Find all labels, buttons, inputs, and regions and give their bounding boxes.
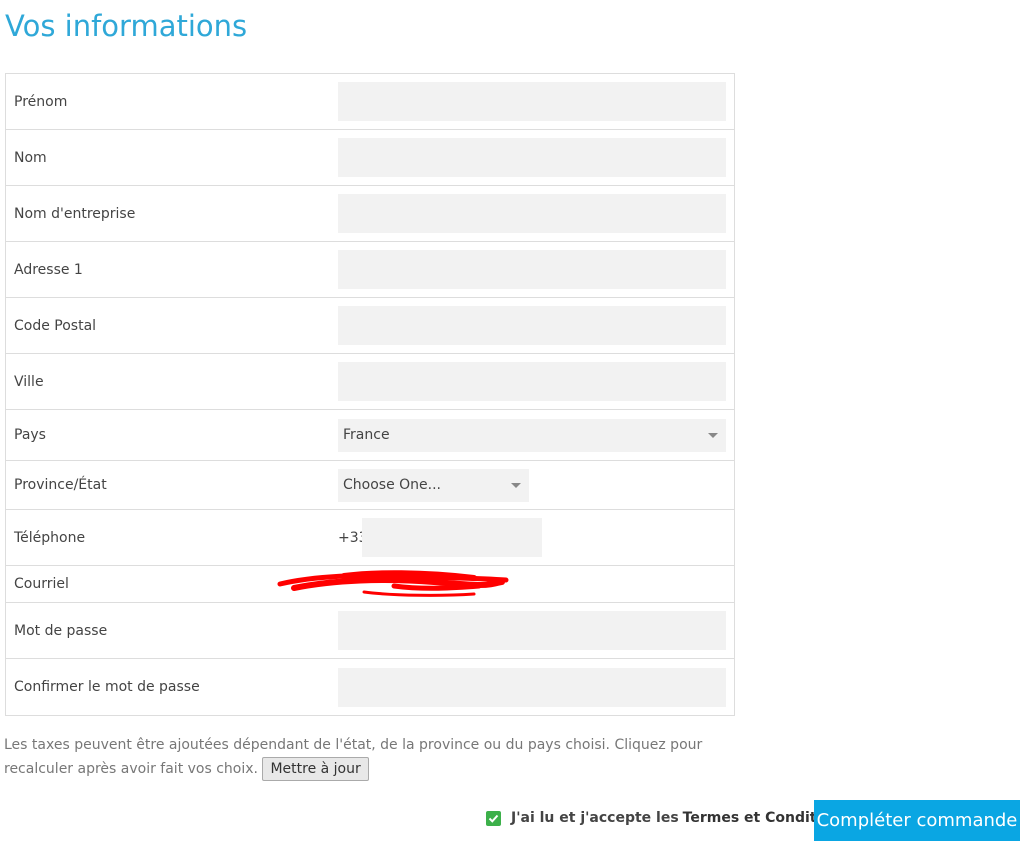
confirm-password-input[interactable] bbox=[338, 667, 726, 707]
chevron-down-icon bbox=[708, 432, 718, 438]
row-country: Pays France bbox=[6, 410, 734, 461]
last-name-label: Nom bbox=[14, 149, 47, 166]
row-company: Nom d'entreprise bbox=[6, 186, 734, 242]
first-name-input[interactable] bbox=[338, 82, 726, 121]
row-state: Province/État Choose One... bbox=[6, 461, 734, 510]
phone-country-code: +33 bbox=[338, 529, 368, 546]
company-input[interactable] bbox=[338, 194, 726, 233]
state-label: Province/État bbox=[14, 477, 107, 493]
first-name-label: Prénom bbox=[14, 93, 68, 110]
phone-input[interactable] bbox=[362, 518, 542, 557]
terms-checkbox-row[interactable]: J'ai lu et j'accepte les Termes et Condi… bbox=[486, 810, 849, 826]
tax-note: Les taxes peuvent être ajoutées dépendan… bbox=[4, 734, 739, 781]
row-confirm-password: Confirmer le mot de passe bbox=[6, 659, 734, 715]
phone-label: Téléphone bbox=[14, 529, 86, 546]
row-password: Mot de passe bbox=[6, 603, 734, 659]
row-last-name: Nom bbox=[6, 130, 734, 186]
state-select-value: Choose One... bbox=[343, 477, 441, 493]
update-button[interactable]: Mettre à jour bbox=[262, 757, 369, 781]
country-select-value: France bbox=[343, 427, 390, 443]
country-select[interactable]: France bbox=[338, 418, 726, 452]
checkout-page: Vos informations Prénom Nom Nom d'entrep… bbox=[0, 0, 1032, 850]
row-first-name: Prénom bbox=[6, 74, 734, 130]
checkmark-icon[interactable] bbox=[486, 810, 501, 826]
chevron-down-icon bbox=[511, 482, 521, 488]
company-label: Nom d'entreprise bbox=[14, 205, 136, 222]
row-city: Ville bbox=[6, 354, 734, 410]
password-input[interactable] bbox=[338, 611, 726, 650]
confirm-password-label: Confirmer le mot de passe bbox=[14, 679, 200, 695]
address-label: Adresse 1 bbox=[14, 261, 83, 278]
terms-text: J'ai lu et j'accepte les bbox=[511, 810, 679, 826]
customer-info-form: Prénom Nom Nom d'entreprise Adresse 1 Co… bbox=[5, 73, 735, 716]
postal-code-input[interactable] bbox=[338, 306, 726, 345]
complete-order-button[interactable]: Compléter commande bbox=[814, 800, 1020, 841]
address-input[interactable] bbox=[338, 250, 726, 289]
redacted-email-scribble bbox=[277, 570, 509, 597]
row-address: Adresse 1 bbox=[6, 242, 734, 298]
city-label: Ville bbox=[14, 373, 44, 390]
row-phone: Téléphone +33 bbox=[6, 510, 734, 566]
last-name-input[interactable] bbox=[338, 138, 726, 177]
password-label: Mot de passe bbox=[14, 622, 108, 639]
row-postal-code: Code Postal bbox=[6, 298, 734, 354]
postal-code-label: Code Postal bbox=[14, 317, 97, 334]
city-input[interactable] bbox=[338, 362, 726, 401]
row-email: Courriel bbox=[6, 566, 734, 603]
country-label: Pays bbox=[14, 427, 46, 443]
page-title: Vos informations bbox=[5, 9, 248, 43]
state-select[interactable]: Choose One... bbox=[338, 468, 529, 502]
